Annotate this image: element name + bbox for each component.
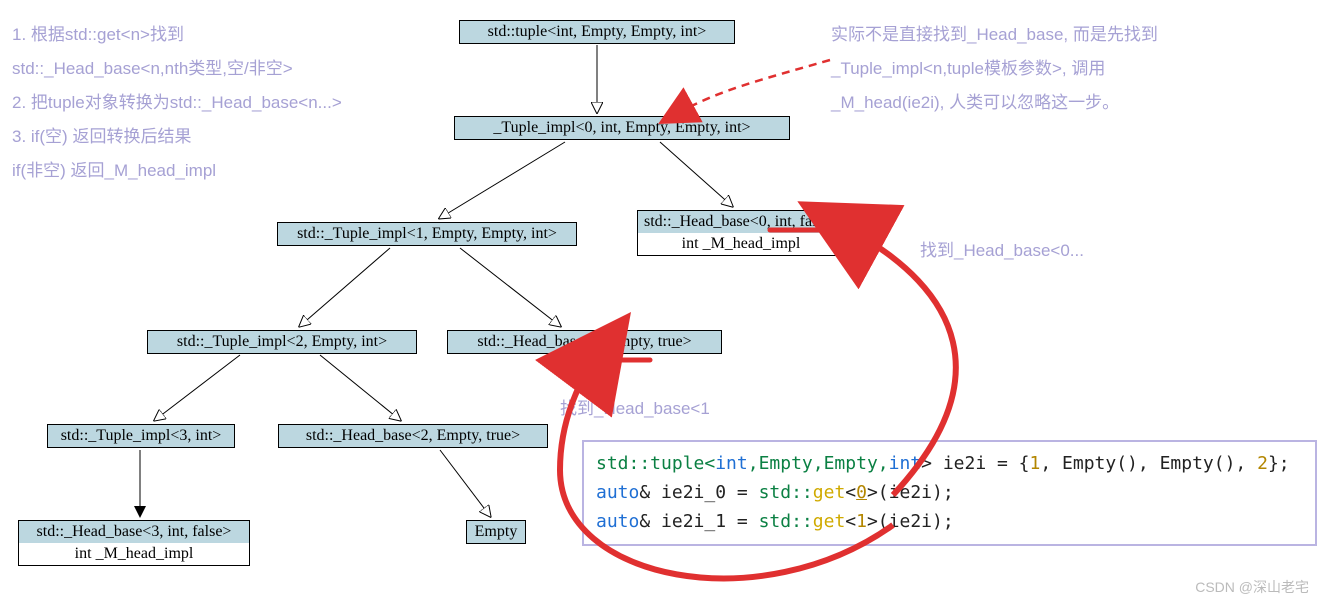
annot-left-l5: if(非空) 返回_M_head_impl <box>12 154 342 188</box>
node-head-base-0: std::_Head_base<0, int, false> <box>637 210 845 234</box>
watermark-text: CSDN @深山老宅 <box>1195 577 1309 597</box>
annot-right-r2: _Tuple_impl<n,tuple模板参数>, 调用 <box>831 52 1158 86</box>
node-head-base-1: std::_Head_base<1, Empty, true> <box>447 330 722 354</box>
node-tuple-impl-2: std::_Tuple_impl<2, Empty, int> <box>147 330 417 354</box>
node-head-base-3: std::_Head_base<3, int, false> <box>18 520 250 544</box>
node-head-base-3-member: int _M_head_impl <box>18 543 250 566</box>
node-tuple-impl-0: _Tuple_impl<0, int, Empty, Empty, int> <box>454 116 790 140</box>
annot-right-r1: 实际不是直接找到_Head_base, 而是先找到 <box>831 18 1158 52</box>
code-example: std::tuple<int,Empty,Empty,int> ie2i = {… <box>582 440 1317 546</box>
annot-find-headbase-1: 找到_Head_base<1 <box>560 392 710 426</box>
node-head-base-0-member: int _M_head_impl <box>637 233 845 256</box>
code-line-3: auto& ie2i_1 = std::get<1>(ie2i); <box>596 508 1303 537</box>
node-tuple-root: std::tuple<int, Empty, Empty, int> <box>459 20 735 44</box>
node-tuple-impl-1: std::_Tuple_impl<1, Empty, Empty, int> <box>277 222 577 246</box>
annot-right: 实际不是直接找到_Head_base, 而是先找到 _Tuple_impl<n,… <box>831 18 1158 120</box>
node-head-base-2: std::_Head_base<2, Empty, true> <box>278 424 548 448</box>
annot-left-l3: 2. 把tuple对象转换为std::_Head_base<n...> <box>12 86 342 120</box>
annot-find-headbase-0: 找到_Head_base<0... <box>920 234 1084 268</box>
annot-left-l4: 3. if(空) 返回转换后结果 <box>12 120 342 154</box>
node-tuple-impl-3: std::_Tuple_impl<3, int> <box>47 424 235 448</box>
annot-left-l1: 1. 根据std::get<n>找到 <box>12 18 342 52</box>
annot-left-l2: std::_Head_base<n,nth类型,空/非空> <box>12 52 342 86</box>
node-empty: Empty <box>466 520 526 544</box>
code-line-1: std::tuple<int,Empty,Empty,int> ie2i = {… <box>596 450 1303 479</box>
annot-left: 1. 根据std::get<n>找到 std::_Head_base<n,nth… <box>12 18 342 188</box>
code-line-2: auto& ie2i_0 = std::get<0>(ie2i); <box>596 479 1303 508</box>
annot-right-r3: _M_head(ie2i), 人类可以忽略这一步。 <box>831 86 1158 120</box>
